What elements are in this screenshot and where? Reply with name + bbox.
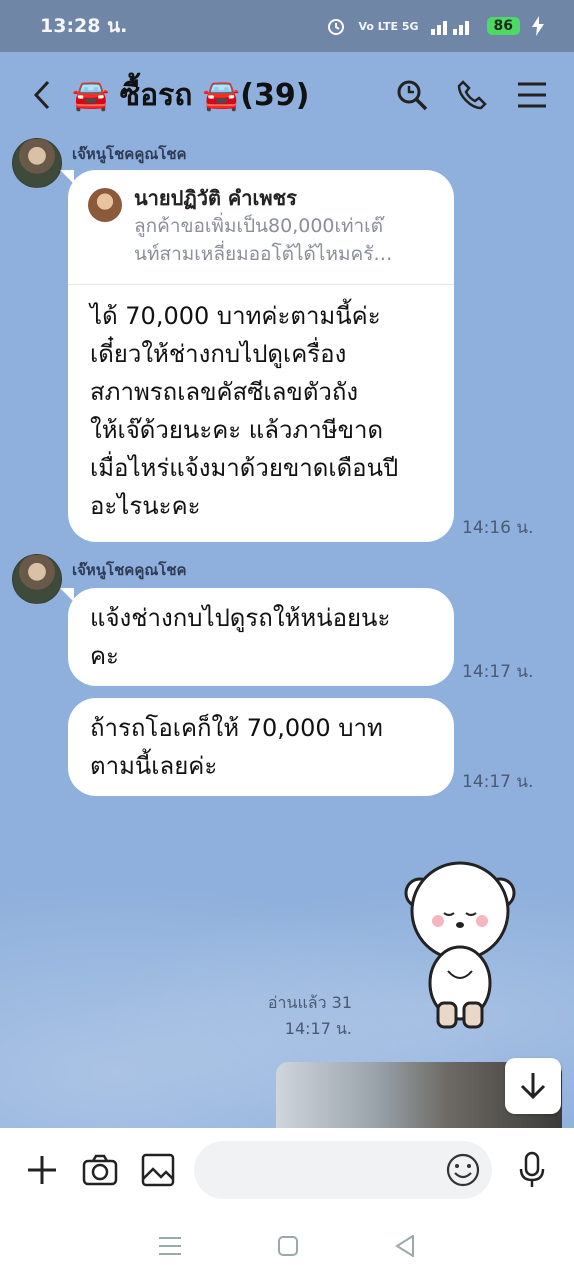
message-bubble[interactable]: ถ้ารถโอเคก็ให้ 70,000 บาท ตามนี้เลยค่ะ [68, 698, 454, 796]
message-bubble[interactable]: แจ้งช่างกบไปดูรถให้หน่อยนะ คะ [60, 588, 454, 686]
input-bar [0, 1128, 574, 1212]
message-input[interactable] [194, 1141, 492, 1199]
search-button[interactable] [390, 73, 434, 117]
message-time: 14:17 น. [284, 1019, 352, 1038]
plus-icon [28, 1156, 56, 1184]
reply-text: ลูกค้าขอเพิ่มเป็น80,000เท่าเต๊ นท์สามเหล… [134, 215, 393, 265]
chat-area[interactable]: เจ๊หนูโชคคูณโชค นายปฏิวัติ คำเพชร ลูกค้า… [0, 138, 574, 1128]
message-time: 14:16 น. [462, 518, 534, 538]
sender-avatar[interactable] [12, 138, 62, 188]
sender-avatar[interactable] [12, 554, 62, 604]
search-icon [397, 80, 428, 111]
sender-name: เจ๊หนูโชคคูณโชค [72, 561, 187, 579]
read-receipt: อ่านแล้ว 31 14:17 น. [240, 990, 352, 1042]
message-text: แจ้งช่างกบไปดูรถให้หน่อยนะ คะ [90, 604, 391, 670]
bubble-tail [60, 170, 74, 184]
call-button[interactable] [450, 73, 494, 117]
camera-button[interactable] [78, 1148, 122, 1192]
reply-avatar [88, 188, 122, 222]
alarm-icon [328, 19, 345, 35]
chat-title[interactable]: 🚘 ซื้อรถ 🚘(39) [72, 72, 390, 119]
reply-quote[interactable]: นายปฏิวัติ คำเพชร ลูกค้าขอเพิ่มเป็น80,00… [68, 170, 454, 285]
gallery-button[interactable] [136, 1148, 180, 1192]
back-icon [33, 80, 50, 110]
plus-button[interactable] [20, 1148, 64, 1192]
battery-level: 86 [486, 17, 520, 35]
camera-icon [82, 1154, 118, 1186]
reply-name: นายปฏิวัติ คำเพชร [134, 186, 297, 210]
back-nav-icon[interactable] [395, 1235, 415, 1257]
menu-button[interactable] [510, 73, 554, 117]
message-text: ได้ 70,000 บาทค่ะตามนี้ค่ะ เดี๋ยวให้ช่าง… [90, 302, 399, 520]
read-count: อ่านแล้ว 31 [267, 993, 352, 1012]
back-button[interactable] [20, 73, 64, 117]
sender-name: เจ๊หนูโชคคูณโชค [72, 145, 187, 163]
bear-sticker[interactable] [400, 853, 520, 1033]
header-actions [390, 73, 554, 117]
mic-icon [519, 1151, 545, 1187]
phone-icon [457, 80, 487, 110]
scroll-down-icon [520, 1073, 546, 1100]
menu-icon [518, 82, 546, 108]
voice-button[interactable] [510, 1148, 554, 1192]
system-nav-bar [0, 1212, 574, 1280]
recent-apps-icon[interactable] [158, 1236, 181, 1256]
charging-icon [532, 16, 544, 36]
network-labels: Vo LTE 5G [358, 19, 419, 33]
status-indicators: Vo LTE 5G 86 [326, 16, 544, 36]
scroll-down-button[interactable] [505, 1058, 561, 1114]
status-bar: 13:28 น. Vo LTE 5G 86 [0, 0, 574, 52]
message-time: 14:17 น. [462, 662, 534, 682]
home-icon[interactable] [277, 1236, 298, 1256]
message-time: 14:17 น. [462, 772, 534, 792]
chat-header: 🚘 ซื้อรถ 🚘(39) [0, 52, 574, 138]
message-bubble[interactable]: นายปฏิวัติ คำเพชร ลูกค้าขอเพิ่มเป็น80,00… [60, 170, 454, 542]
image-icon [141, 1153, 175, 1187]
emoji-icon[interactable] [446, 1153, 480, 1187]
signal-icon [430, 21, 469, 35]
bubble-tail [60, 588, 74, 602]
message-text: ถ้ารถโอเคก็ให้ 70,000 บาท ตามนี้เลยค่ะ [90, 714, 383, 780]
status-time: 13:28 น. [40, 15, 128, 37]
